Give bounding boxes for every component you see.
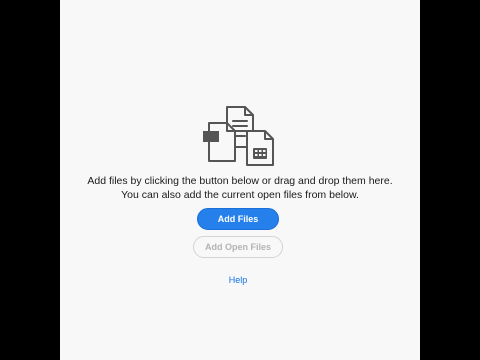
dropzone-instructions: Add files by clicking the button below o… xyxy=(60,174,420,202)
instruction-line-primary: Add files by clicking the button below o… xyxy=(87,175,393,187)
add-open-files-button[interactable]: Add Open Files xyxy=(193,236,283,258)
add-files-button[interactable]: Add Files xyxy=(197,208,279,230)
files-stack-icon xyxy=(203,106,274,166)
help-link[interactable]: Help xyxy=(220,275,256,285)
letterbox-right xyxy=(420,0,480,360)
instruction-line-secondary: You can also add the current open files … xyxy=(121,189,359,201)
letterbox-left xyxy=(0,0,60,360)
